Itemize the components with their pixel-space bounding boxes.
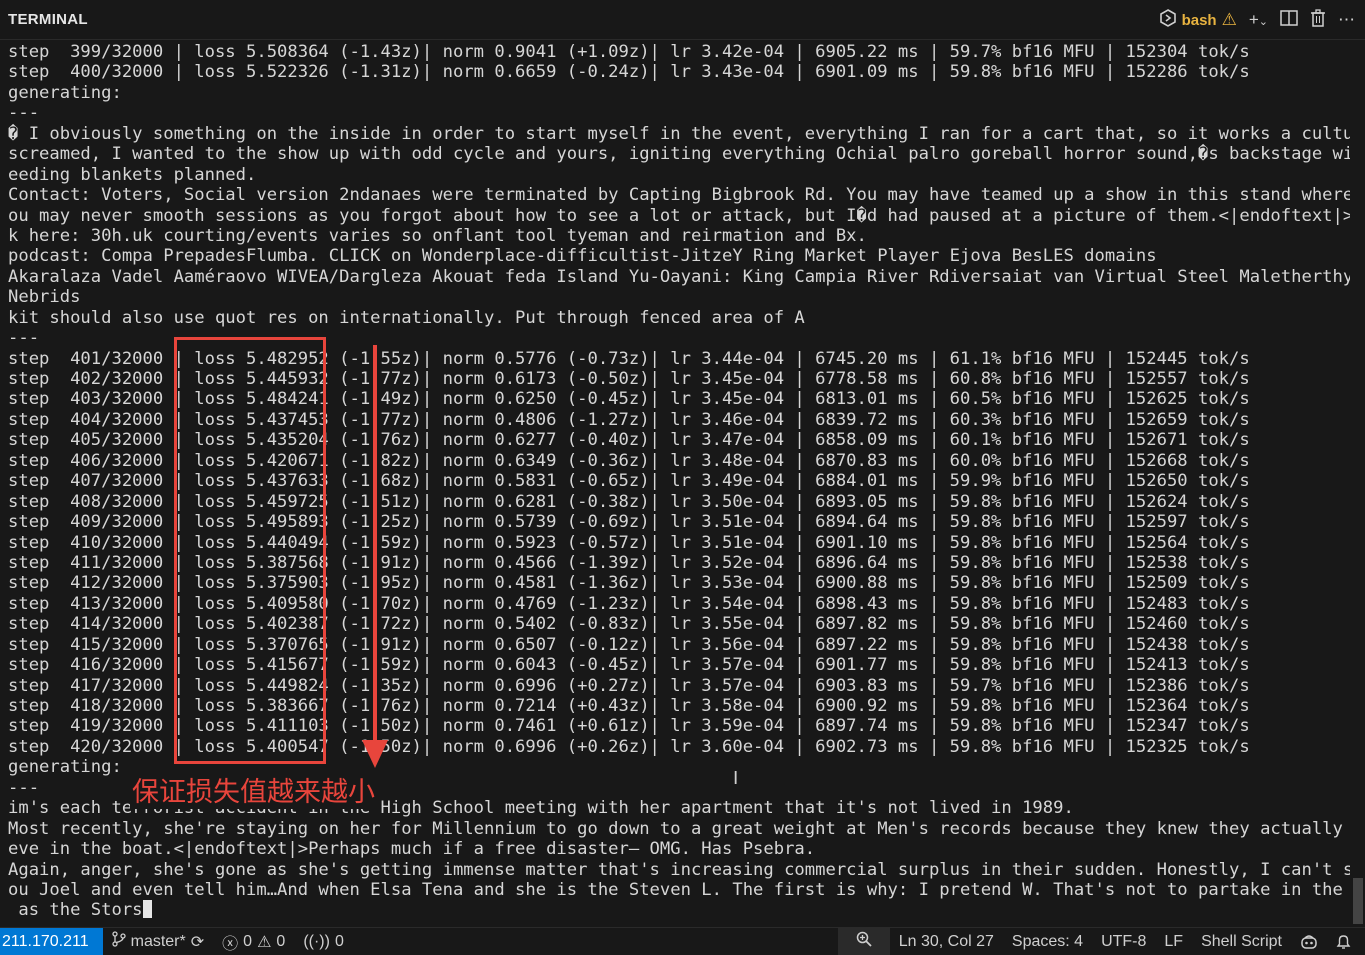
terminal-panel-header: TERMINAL bash ⚠ +⌄ ⋯ [0,0,1365,40]
remote-indicator[interactable]: 211.170.211 [0,928,103,955]
terminal-line: Contact: Voters, Social version 2ndanaes… [8,185,1350,206]
terminal-line: screamed, I wanted to the show up with o… [8,144,1350,165]
warning-icon: ⚠ [257,933,272,951]
panel-title[interactable]: TERMINAL [8,11,88,28]
terminal-line: ou may never smooth sessions as you forg… [8,205,1350,226]
error-icon: ⓧ [222,935,239,953]
new-terminal-icon[interactable]: +⌄ [1249,10,1268,30]
status-bar: 211.170.211 master* ⟳ ⓧ 0 ⚠ 0 ((·)) 0 Ln… [0,927,1365,955]
split-terminal-icon[interactable] [1280,9,1298,31]
git-branch-icon [111,931,126,952]
shell-icon [1159,8,1177,32]
shell-selector[interactable]: bash ⚠ [1159,8,1237,32]
terminal-line: Akaralaza Vadel Aaméraovo WIVEA/Dargleza… [8,266,1350,287]
indentation[interactable]: Spaces: 4 [1003,928,1092,955]
terminal-line: � I obviously something on the inside in… [8,123,1350,144]
copilot-icon[interactable] [1291,928,1327,955]
loss-highlight-box [174,337,326,764]
terminal-line: podcast: Compa PrepadesFlumba. CLICK on … [8,246,1157,267]
terminal-line: generating: [8,82,122,103]
more-actions-icon[interactable]: ⋯ [1338,10,1355,30]
terminal-line: Again, anger, she's gone as she's gettin… [8,859,1350,880]
terminal-actions: bash ⚠ +⌄ ⋯ [1159,6,1355,34]
broadcast-icon: ((·)) [303,932,330,950]
ports-count: 0 [334,932,344,950]
downward-arrow [373,345,377,745]
remote-host: 211.170.211 [2,932,89,950]
terminal-current-text: as the Stors [8,900,143,921]
warning-icon[interactable]: ⚠ [1222,10,1237,30]
branch-name: master* [130,932,186,950]
zoom-icon [856,931,872,952]
terminal-prompt-line[interactable]: as the Stors [8,900,1350,920]
shell-name: bash [1181,11,1217,29]
sync-icon[interactable]: ⟳ [191,932,204,952]
terminal-line: k here: 30h.uk courting/events varies so… [8,225,867,246]
terminal-line: eeding blankets planned. [8,164,257,185]
language-mode[interactable]: Shell Script [1192,928,1291,955]
terminal-line: Nebrids [8,287,81,308]
arrow-head [362,740,388,768]
problems-indicator[interactable]: ⓧ 0 ⚠ 0 [213,928,294,955]
scrollbar-thumb[interactable] [1353,878,1363,924]
line-ending[interactable]: LF [1155,928,1192,955]
text-cursor [142,900,152,919]
notifications-bell-icon[interactable] [1327,928,1365,955]
cursor-position[interactable]: Ln 30, Col 27 [890,928,1003,955]
terminal-line: --- [8,103,40,124]
terminal-line: step 400/32000 | loss 5.522326 (-1.31z)|… [8,62,1250,83]
annotation-text: 保证损失值越来越小 [130,770,377,809]
trash-icon[interactable] [1310,8,1326,32]
terminal-line: step 399/32000 | loss 5.508364 (-1.43z)|… [8,42,1250,62]
terminal-line: eve in the boat.<|endoftext|>Perhaps muc… [8,839,816,860]
mouse-cursor-icon: I [733,768,739,789]
zoom-indicator[interactable] [837,928,890,955]
terminal-scrollbar[interactable] [1351,42,1365,927]
warning-count: 0 [276,932,286,950]
error-count: 0 [243,932,253,950]
terminal-line: ou Joel and even tell him…And when Elsa … [8,879,1350,900]
ports-indicator[interactable]: ((·)) 0 [294,928,353,955]
branch-indicator[interactable]: master* ⟳ [103,928,214,955]
terminal-line: kit should also use quot res on internat… [8,307,805,328]
encoding[interactable]: UTF-8 [1092,928,1155,955]
terminal-line: Most recently, she're staying on her for… [8,818,1350,839]
